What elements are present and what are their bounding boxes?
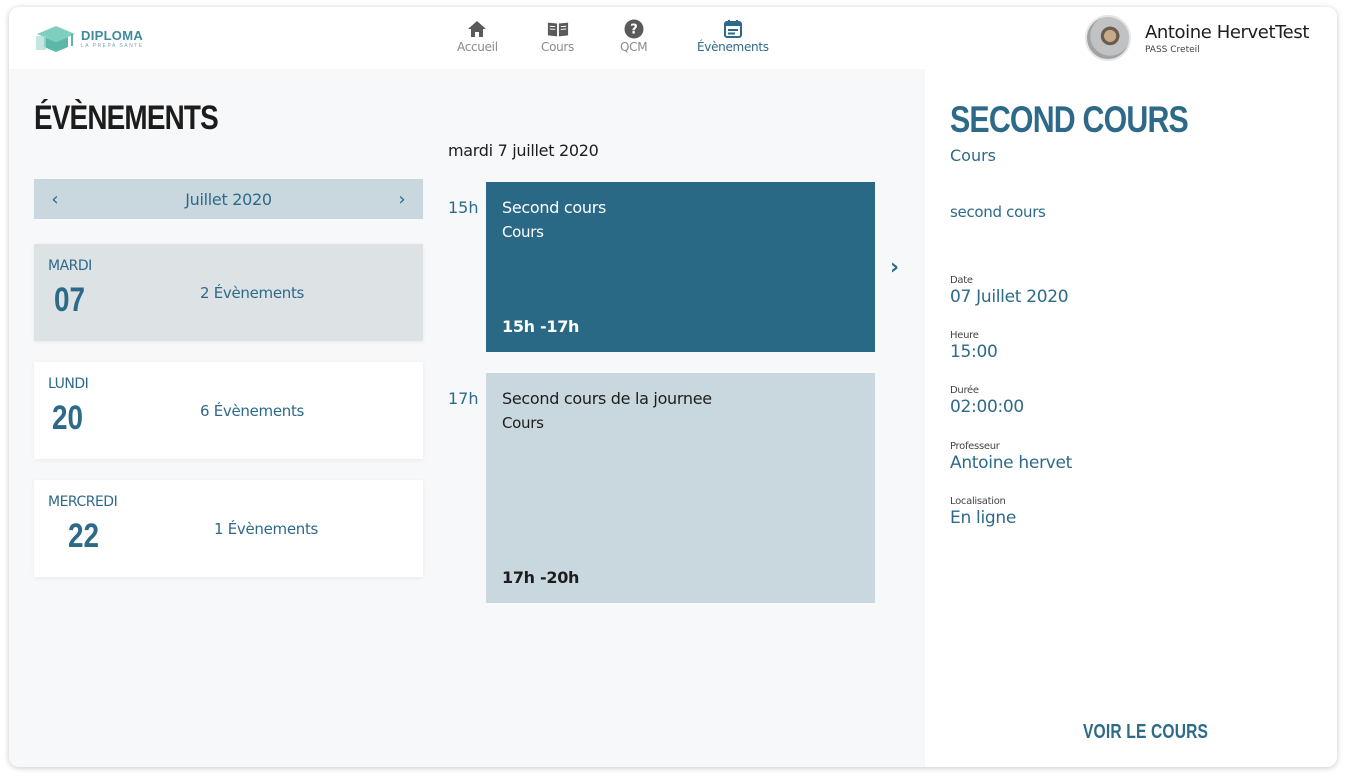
- field-label: Localisation: [950, 496, 1006, 507]
- field-value: 02:00:00: [950, 397, 1024, 417]
- field-label: Professeur: [950, 441, 1000, 452]
- chevron-right-icon[interactable]: ›: [890, 255, 899, 280]
- event-title: Second cours: [502, 198, 607, 217]
- day-of-week: MERCREDI: [48, 494, 118, 510]
- logo[interactable]: DIPLOMA LA PREPA SANTE: [33, 21, 144, 57]
- field-value: 07 Juillet 2020: [950, 287, 1069, 307]
- graduation-cap-icon: [33, 22, 79, 56]
- nav-label: Évènements: [697, 40, 769, 54]
- detail-field-duree: Durée 02:00:00: [950, 385, 1024, 417]
- event-card-active[interactable]: Second cours Cours 15h -17h: [486, 182, 875, 352]
- nav-label: Accueil: [457, 40, 498, 54]
- brand-name: DIPLOMA: [81, 27, 144, 43]
- field-label: Heure: [950, 330, 979, 341]
- day-number: 20: [52, 399, 84, 437]
- book-icon: [547, 19, 569, 39]
- nav-accueil[interactable]: Accueil: [457, 19, 498, 54]
- detail-field-heure: Heure 15:00: [950, 330, 998, 362]
- nav-qcm[interactable]: ? QCM: [620, 19, 648, 54]
- field-label: Date: [950, 275, 973, 286]
- user-menu[interactable]: Antoine HervetTest PASS Creteil: [1084, 15, 1309, 61]
- hour-label: 15h: [448, 198, 479, 217]
- nav-cours[interactable]: Cours: [541, 19, 574, 54]
- field-label: Durée: [950, 385, 979, 396]
- nav-label: Cours: [541, 40, 575, 54]
- detail-type: Cours: [950, 146, 997, 165]
- event-time: 15h -17h: [502, 317, 580, 336]
- event-count: 6 Évènements: [200, 402, 305, 420]
- detail-description: second cours: [950, 203, 1046, 221]
- event-title: Second cours de la journee: [502, 389, 712, 408]
- event-card[interactable]: Second cours de la journee Cours 17h -20…: [486, 373, 875, 603]
- event-count: 2 Évènements: [200, 284, 305, 302]
- event-count: 1 Évènements: [214, 520, 319, 538]
- event-detail-panel: SECOND COURS Cours second cours Date 07 …: [925, 69, 1337, 767]
- event-time: 17h -20h: [502, 568, 580, 587]
- field-value: En ligne: [950, 508, 1016, 528]
- top-bar: DIPLOMA LA PREPA SANTE Accueil Cours ? Q…: [9, 7, 1337, 69]
- svg-text:?: ?: [630, 23, 638, 38]
- day-of-week: MARDI: [48, 258, 92, 274]
- user-subtitle: PASS Creteil: [1144, 44, 1200, 55]
- day-card[interactable]: LUNDI 20 6 Évènements: [34, 362, 423, 459]
- day-number: 22: [68, 517, 100, 555]
- calendar-icon: [722, 19, 744, 39]
- event-type: Cours: [502, 223, 544, 241]
- detail-field-professeur: Professeur Antoine hervet: [950, 441, 1072, 473]
- brand-tagline: LA PREPA SANTE: [81, 42, 144, 49]
- question-icon: ?: [623, 19, 645, 39]
- event-type: Cours: [502, 414, 544, 432]
- avatar[interactable]: [1084, 15, 1131, 61]
- detail-field-date: Date 07 Juillet 2020: [950, 275, 1069, 307]
- chevron-left-icon[interactable]: ‹: [48, 189, 62, 210]
- page-title: ÉVÈNEMENTS: [34, 99, 219, 137]
- detail-field-localisation: Localisation En ligne: [950, 496, 1016, 528]
- hour-label: 17h: [448, 389, 479, 408]
- detail-title: SECOND COURS: [950, 99, 1189, 140]
- user-name: Antoine HervetTest: [1144, 21, 1309, 43]
- home-icon: [466, 19, 488, 39]
- month-label: Juillet 2020: [185, 189, 272, 209]
- day-card[interactable]: MERCREDI 22 1 Évènements: [34, 480, 423, 577]
- day-of-week: LUNDI: [48, 376, 89, 392]
- day-card[interactable]: MARDI 07 2 Évènements: [34, 244, 423, 341]
- voir-le-cours-button[interactable]: VOIR LE COURS: [1083, 721, 1208, 744]
- chevron-right-icon[interactable]: ›: [395, 189, 409, 210]
- nav-label: QCM: [620, 40, 648, 54]
- app-window: DIPLOMA LA PREPA SANTE Accueil Cours ? Q…: [9, 7, 1337, 767]
- field-value: 15:00: [950, 342, 998, 362]
- schedule-date: mardi 7 juillet 2020: [448, 141, 599, 160]
- month-navigator: ‹ Juillet 2020 ›: [34, 179, 423, 219]
- nav-evenements[interactable]: Évènements: [697, 19, 769, 54]
- field-value: Antoine hervet: [950, 453, 1073, 473]
- day-number: 07: [54, 281, 86, 319]
